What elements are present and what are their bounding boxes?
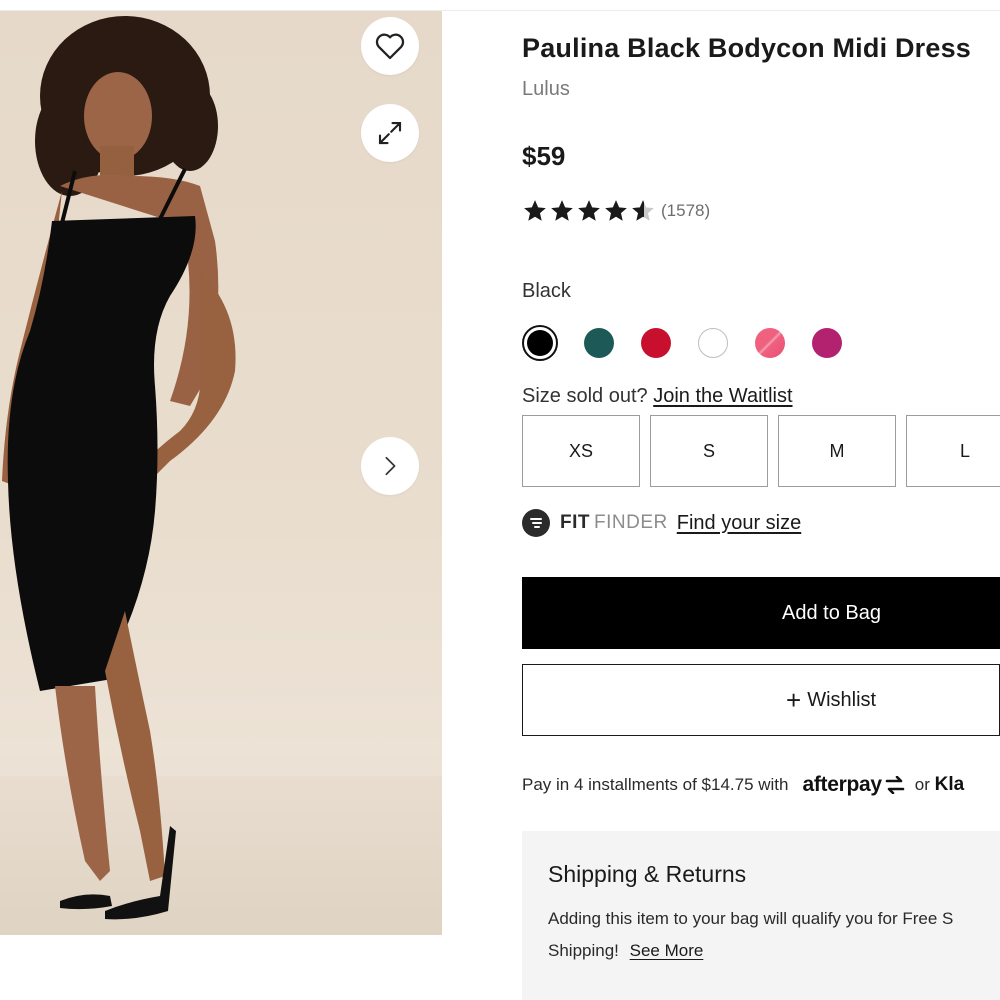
product-title: Paulina Black Bodycon Midi Dress — [522, 33, 972, 63]
chevron-right-icon — [385, 456, 396, 476]
swatch-teal[interactable] — [584, 328, 614, 358]
selected-color-label: Black — [522, 280, 571, 302]
klarna-option[interactable]: or Kla — [915, 774, 964, 796]
expand-icon — [378, 121, 402, 145]
see-more-link[interactable]: See More — [630, 941, 704, 960]
shipping-returns-title: Shipping & Returns — [548, 861, 747, 887]
star-icon — [605, 200, 627, 221]
star-icon — [578, 200, 600, 221]
wishlist-label: Wishlist — [807, 688, 877, 711]
product-price: $59 — [522, 141, 566, 171]
wishlist-button[interactable]: + Wishlist — [522, 664, 1000, 736]
plus-icon: + — [786, 685, 802, 715]
product-image-gallery[interactable] — [0, 11, 442, 935]
product-details: Paulina Black Bodycon Midi Dress Lulus $… — [522, 0, 1000, 1000]
favorite-button[interactable] — [361, 17, 419, 75]
product-brand[interactable]: Lulus — [522, 78, 570, 101]
half-star-icon — [632, 200, 654, 221]
swatch-white[interactable] — [698, 328, 728, 358]
product-rating[interactable]: (1578) — [522, 198, 710, 224]
find-your-size-link[interactable]: Find your size — [677, 512, 802, 535]
klarna-logo: Kla — [934, 774, 965, 795]
shipping-line-1: Adding this item to your bag will qualif… — [548, 909, 954, 928]
rating-count: (1578) — [661, 201, 711, 220]
star-icon — [524, 200, 546, 221]
shipping-returns-section: Shipping & Returns Adding this item to y… — [522, 831, 1000, 1000]
size-s-button[interactable]: S — [650, 415, 768, 487]
size-m-button[interactable]: M — [778, 415, 896, 487]
size-l-button[interactable]: L — [906, 415, 1000, 487]
size-options: XS S M L — [522, 415, 1000, 487]
fit-finder-icon — [522, 509, 550, 537]
swatch-magenta[interactable] — [812, 328, 842, 358]
fit-finder: FIT FINDER Find your size — [522, 508, 801, 538]
add-to-bag-button[interactable]: Add to Bag — [522, 577, 1000, 649]
afterpay-arrows-icon — [885, 776, 905, 794]
afterpay-logo[interactable]: afterpay — [802, 773, 906, 797]
expand-image-button[interactable] — [361, 104, 419, 162]
next-image-button[interactable] — [361, 437, 419, 495]
swatch-red[interactable] — [641, 328, 671, 358]
shipping-line-2: Shipping! See More — [548, 941, 704, 960]
installments-text: Pay in 4 installments of $14.75 with — [522, 775, 789, 794]
join-waitlist-link[interactable]: Join the Waitlist — [653, 385, 792, 407]
add-to-bag-label: Add to Bag — [782, 601, 881, 624]
shipping-info-text: Adding this item to your bag will qualif… — [548, 903, 1000, 967]
swatch-black[interactable] — [522, 325, 558, 361]
heart-icon — [375, 33, 405, 60]
star-icon — [551, 200, 573, 221]
fit-finder-brand-b: FINDER — [594, 512, 668, 533]
swatch-pink[interactable] — [755, 328, 785, 358]
size-sold-out-text: Size sold out? — [522, 385, 648, 407]
fit-finder-brand-a: FIT — [560, 512, 590, 533]
size-waitlist-note: Size sold out? Join the Waitlist — [522, 385, 793, 408]
payment-installments: Pay in 4 installments of $14.75 with aft… — [522, 770, 964, 800]
size-xs-button[interactable]: XS — [522, 415, 640, 487]
